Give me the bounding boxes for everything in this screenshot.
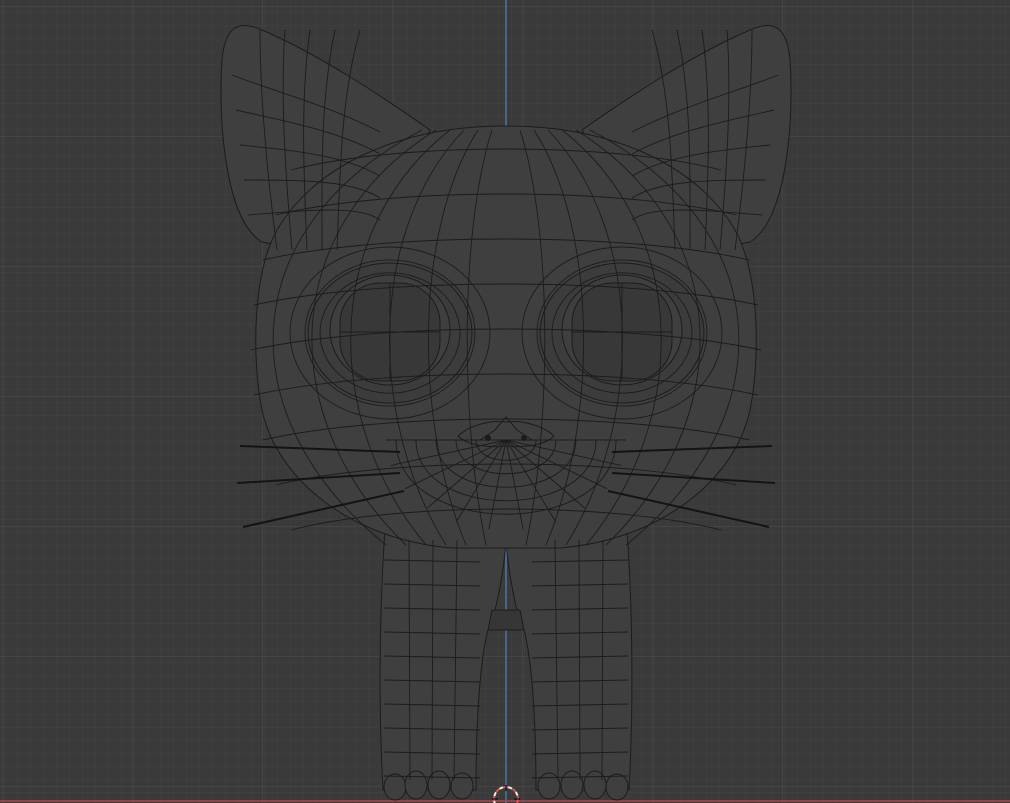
3d-viewport[interactable] <box>0 0 1010 803</box>
leg-gap <box>487 609 525 631</box>
